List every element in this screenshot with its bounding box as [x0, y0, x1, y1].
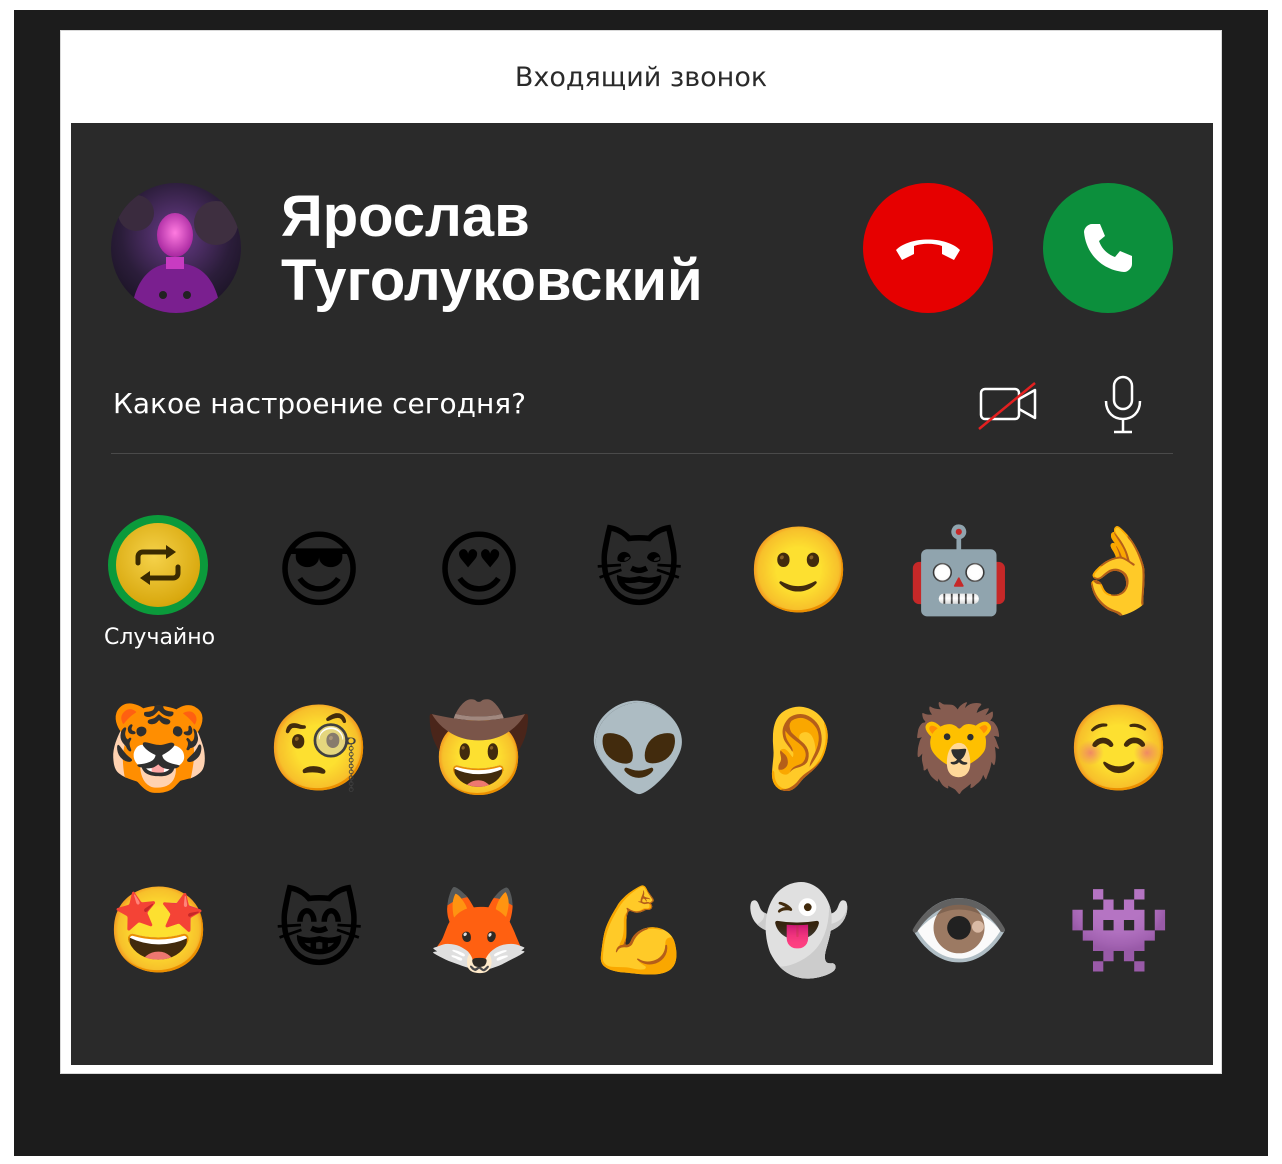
emoji-glyph: 🤠 [426, 699, 532, 797]
emoji-glyph: 🦊 [426, 881, 532, 979]
emoji-glyph: 🤖 [906, 521, 1012, 619]
emoji-glyph: 😺 [595, 521, 683, 619]
emoji-option[interactable]: 👽 [584, 693, 694, 803]
emoji-option[interactable]: 🦊 [424, 875, 534, 985]
emoji-glyph: 💪 [586, 881, 692, 979]
emoji-glyph: 🙂 [746, 521, 852, 619]
emoji-option[interactable]: 😍 [424, 515, 534, 625]
emoji-option[interactable]: 🤖 [904, 515, 1014, 625]
emoji-glyph: 😸 [275, 881, 363, 979]
emoji-option[interactable]: 😸 [264, 875, 374, 985]
emoji-glyph: 👻 [746, 881, 852, 979]
emoji-option[interactable]: 👻 [744, 875, 854, 985]
emoji-option[interactable]: 😎 [264, 515, 374, 625]
emoji-glyph: 👂 [746, 699, 852, 797]
emoji-option[interactable]: 👌 [1064, 515, 1174, 625]
emoji-glyph: 👾 [1066, 881, 1172, 979]
emoji-glyph: 😎 [275, 521, 363, 619]
emoji-glyph: 🐯 [106, 699, 212, 797]
emoji-glyph: ☺️ [1066, 699, 1172, 797]
emoji-option[interactable]: 🤠 [424, 693, 534, 803]
emoji-glyph: 🤩 [106, 881, 212, 979]
emoji-glyph: 🧐 [266, 699, 372, 797]
emoji-glyph: 😍 [435, 521, 523, 619]
emoji-option[interactable]: 🤩 [104, 875, 214, 985]
emoji-glyph: 👌 [1066, 521, 1172, 619]
emoji-grid: 😎 😍 😺 🙂 🤖 👌 🐯 🧐 🤠 👽 👂 🦁 ☺️ 🤩 😸 🦊 💪 👻 👁️ 👾 [71, 123, 1213, 1065]
emoji-glyph: 👁️ [906, 881, 1012, 979]
emoji-option[interactable]: 👁️ [904, 875, 1014, 985]
emoji-option[interactable]: 🦁 [904, 693, 1014, 803]
call-panel: Ярослав Туголуковский Какое настроение с… [71, 123, 1213, 1065]
emoji-option[interactable]: 👾 [1064, 875, 1174, 985]
emoji-option[interactable]: 🐯 [104, 693, 214, 803]
window-title: Входящий звонок [514, 61, 768, 93]
emoji-glyph: 🦁 [906, 699, 1012, 797]
emoji-option[interactable]: 🧐 [264, 693, 374, 803]
emoji-option[interactable]: ☺️ [1064, 693, 1174, 803]
emoji-option[interactable]: 👂 [744, 693, 854, 803]
emoji-glyph: 👽 [586, 699, 692, 797]
incoming-call-window: Входящий звонок Ярослав Туголуковский Ка… [60, 30, 1222, 1074]
emoji-option[interactable]: 💪 [584, 875, 694, 985]
emoji-option[interactable]: 😺 [584, 515, 694, 625]
emoji-option[interactable]: 🙂 [744, 515, 854, 625]
